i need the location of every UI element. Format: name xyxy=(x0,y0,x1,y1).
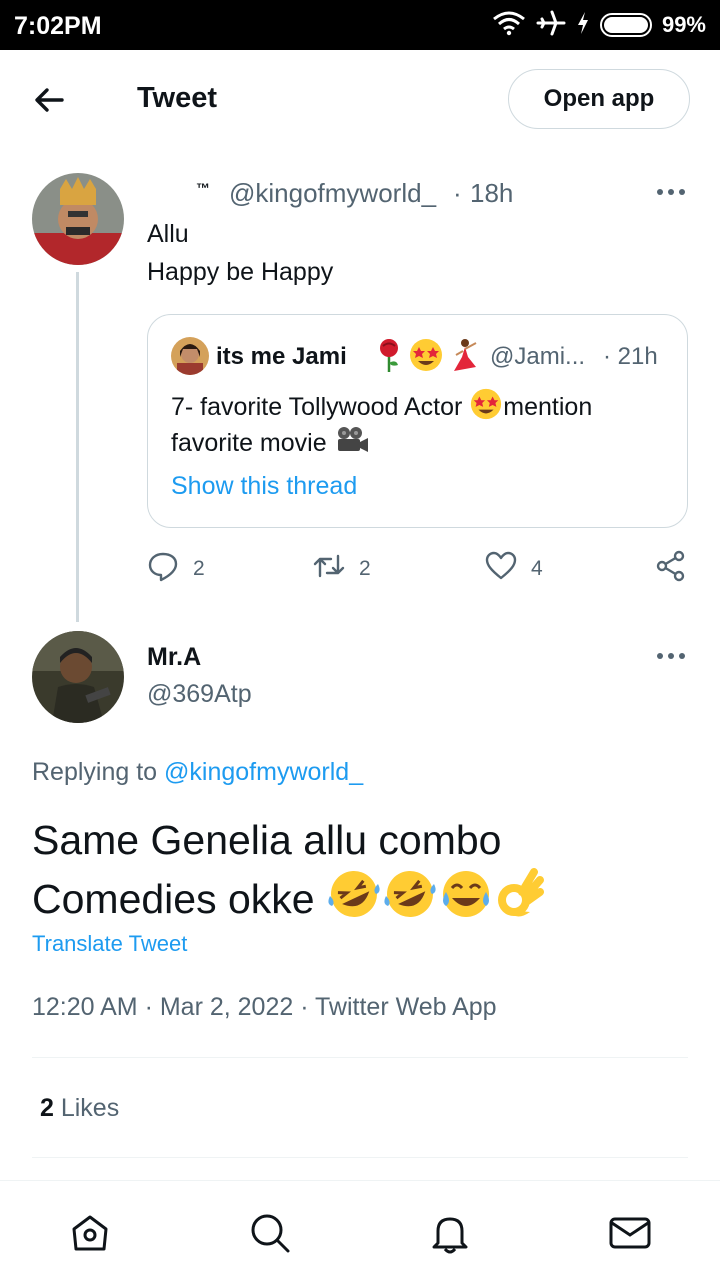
retweet-count: 2 xyxy=(359,557,371,580)
avatar[interactable] xyxy=(32,173,124,265)
time-separator: · xyxy=(453,178,462,208)
bottom-nav xyxy=(0,1180,720,1280)
likes-count: 2 xyxy=(40,1094,54,1122)
quoted-text-part: mention xyxy=(503,393,593,421)
home-icon[interactable] xyxy=(68,1211,112,1255)
avatar[interactable] xyxy=(32,631,124,723)
movie-camera-emoji-icon xyxy=(334,425,370,462)
quoted-avatar xyxy=(171,337,209,375)
reply-count: 2 xyxy=(193,557,205,580)
rofl-emoji-icon xyxy=(326,866,382,932)
retweet-button[interactable]: 2 xyxy=(313,550,371,588)
wifi-icon xyxy=(492,10,526,41)
replying-prefix: Replying to xyxy=(32,758,165,786)
quoted-text-line: favorite movie xyxy=(171,425,370,462)
quoted-text-part: favorite movie xyxy=(171,429,334,457)
back-arrow-icon[interactable] xyxy=(32,82,68,118)
tweet-actions: 2 2 4 xyxy=(147,550,692,594)
tweet-handle[interactable]: @369Atp xyxy=(147,680,252,709)
quoted-name-emojis xyxy=(374,337,482,378)
likes-label: Likes xyxy=(53,1094,120,1122)
page-title: Tweet xyxy=(137,82,218,114)
tweet-time[interactable]: 18h xyxy=(470,178,513,209)
thread-line xyxy=(76,272,79,622)
quoted-display-name: its me Jami xyxy=(216,343,347,370)
tweet-text-line: Allu xyxy=(147,220,189,248)
tweet-text-line: Same Genelia allu combo xyxy=(32,817,502,863)
replying-handle-link[interactable]: @kingofmyworld_ xyxy=(164,758,363,786)
like-button[interactable]: 4 xyxy=(485,550,543,588)
quoted-time: · 21h xyxy=(603,343,658,370)
tweet-text-part: Comedies okke xyxy=(32,875,326,922)
heart-icon xyxy=(485,550,517,588)
tweet-timestamp[interactable]: 12:20 AM · Mar 2, 2022 · Twitter Web App xyxy=(32,993,497,1022)
top-bar: Tweet Open app xyxy=(0,50,720,150)
more-options-icon[interactable] xyxy=(657,189,685,195)
quoted-handle: @Jami... xyxy=(490,343,586,370)
retweet-icon xyxy=(313,550,345,588)
display-name-suffix: ™ xyxy=(196,180,210,196)
tweet-text-line: Comedies okke xyxy=(32,866,544,932)
status-icons: 99% xyxy=(492,10,706,40)
star-struck-emoji-icon xyxy=(408,337,444,378)
divider xyxy=(32,1057,688,1058)
ok-hand-emoji-icon xyxy=(494,866,544,932)
display-name[interactable]: Mr.A xyxy=(147,643,201,672)
reply-button[interactable]: 2 xyxy=(147,550,205,588)
battery-icon xyxy=(599,13,652,37)
quoted-text-line: 7- favorite Tollywood Actor mention xyxy=(171,387,592,428)
star-struck-emoji-icon xyxy=(469,387,503,428)
open-app-button[interactable]: Open app xyxy=(508,69,690,129)
reply-icon xyxy=(147,550,179,588)
status-bar: 7:02PM 99% xyxy=(0,0,720,50)
status-time: 7:02PM xyxy=(14,12,102,40)
replying-to: Replying to @kingofmyworld_ xyxy=(32,758,363,787)
rofl-emoji-icon xyxy=(382,866,438,932)
likes-summary[interactable]: 2 Likes xyxy=(40,1094,119,1123)
more-options-icon[interactable] xyxy=(657,653,685,659)
show-thread-link[interactable]: Show this thread xyxy=(171,472,357,501)
charging-icon xyxy=(576,11,590,40)
share-icon xyxy=(655,550,687,588)
battery-percent: 99% xyxy=(661,12,706,37)
quoted-text-part: 7- favorite Tollywood Actor xyxy=(171,393,470,421)
notifications-icon[interactable] xyxy=(428,1211,472,1255)
translate-tweet-link[interactable]: Translate Tweet xyxy=(32,931,187,957)
airplane-icon xyxy=(536,9,566,42)
dancer-emoji-icon xyxy=(448,337,482,378)
tweet-text-line: Happy be Happy xyxy=(147,258,334,286)
tears-of-joy-emoji-icon xyxy=(438,866,494,932)
rose-emoji-icon xyxy=(374,337,404,378)
tweet-handle[interactable]: @kingofmyworld_ xyxy=(229,178,436,209)
like-count: 4 xyxy=(531,557,543,580)
share-button[interactable] xyxy=(655,550,687,588)
messages-icon[interactable] xyxy=(608,1211,652,1255)
quoted-tweet-card[interactable]: its me Jami @Jami... · 21h 7- favorite T… xyxy=(147,314,688,528)
search-icon[interactable] xyxy=(248,1211,292,1255)
divider xyxy=(32,1157,688,1158)
